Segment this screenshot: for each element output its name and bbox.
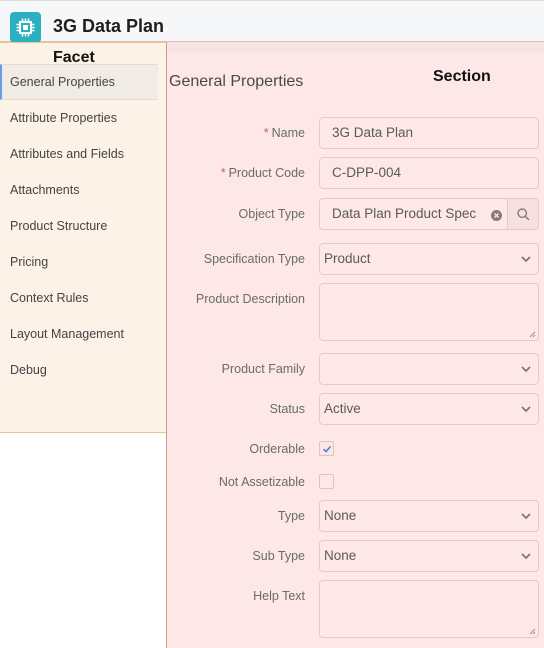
- chevron-down-icon: [521, 256, 531, 263]
- section-top-band: [167, 42, 544, 52]
- section-annotation: Section: [433, 68, 491, 85]
- facet-item-general-properties[interactable]: General Properties: [0, 64, 158, 100]
- search-button[interactable]: [507, 199, 538, 229]
- specification-type-label: Specification Type: [203, 252, 305, 266]
- product-code-label-text: Product Code: [228, 166, 305, 180]
- page: 3G Data Plan Facet General Properties At…: [0, 0, 544, 648]
- section-title: General Properties: [169, 73, 304, 90]
- required-marker: *: [263, 126, 269, 140]
- sub-type-label: Sub Type: [252, 549, 305, 563]
- sub-type-select[interactable]: None: [319, 540, 539, 572]
- chevron-down-icon: [521, 513, 531, 520]
- clear-icon[interactable]: [491, 209, 502, 221]
- facet-item-attribute-properties[interactable]: Attribute Properties: [0, 100, 158, 136]
- not-assetizable-label: Not Assetizable: [218, 475, 305, 489]
- status-select[interactable]: Active: [319, 393, 539, 425]
- orderable-checkbox[interactable]: [319, 441, 334, 456]
- product-description-label: Product Description: [195, 292, 305, 306]
- checkmark-icon: [322, 445, 332, 453]
- product-family-select[interactable]: [319, 353, 539, 385]
- object-type-lookup[interactable]: Data Plan Product Spec: [319, 198, 539, 230]
- type-label: Type: [277, 509, 305, 523]
- type-value: None: [324, 508, 357, 523]
- facet-item-product-structure[interactable]: Product Structure: [0, 208, 158, 244]
- record-title: 3G Data Plan: [53, 16, 165, 36]
- chevron-down-icon: [521, 553, 531, 560]
- facet-list: General Properties Attribute Properties …: [0, 64, 158, 388]
- facet-item-layout-management[interactable]: Layout Management: [0, 316, 158, 352]
- facet-panel: Facet General Properties Attribute Prope…: [0, 42, 166, 433]
- name-label-text: Name: [271, 126, 305, 140]
- help-text-textarea[interactable]: [319, 580, 539, 638]
- specification-type-select[interactable]: Product: [319, 243, 539, 275]
- name-label: * Name: [155, 126, 305, 140]
- facet-item-attributes-and-fields[interactable]: Attributes and Fields: [0, 136, 158, 172]
- required-marker: *: [220, 166, 226, 180]
- resize-handle-icon[interactable]: [528, 627, 536, 635]
- record-header: 3G Data Plan: [0, 0, 544, 43]
- section-panel: General Properties Section * Name 3G Data…: [166, 42, 544, 648]
- status-label: Status: [269, 402, 305, 416]
- help-text-label: Help Text: [253, 589, 305, 603]
- product-description-textarea[interactable]: [319, 283, 539, 341]
- facet-item-pricing[interactable]: Pricing: [0, 244, 158, 280]
- resize-handle-icon[interactable]: [528, 330, 536, 338]
- product-code-input[interactable]: C-DPP-004: [319, 157, 539, 189]
- sub-type-value: None: [324, 548, 357, 563]
- facet-item-debug[interactable]: Debug: [0, 352, 158, 388]
- product-code-label: * Product Code: [155, 166, 305, 180]
- chevron-down-icon: [521, 406, 531, 413]
- facet-item-context-rules[interactable]: Context Rules: [0, 280, 158, 316]
- search-icon: [516, 207, 530, 221]
- type-select[interactable]: None: [319, 500, 539, 532]
- specification-type-value: Product: [324, 251, 371, 266]
- status-value: Active: [324, 401, 361, 416]
- product-family-label: Product Family: [221, 362, 305, 376]
- name-input[interactable]: 3G Data Plan: [319, 117, 539, 149]
- facet-item-attachments[interactable]: Attachments: [0, 172, 158, 208]
- object-type-value: Data Plan Product Spec: [332, 206, 477, 221]
- orderable-label: Orderable: [249, 442, 305, 456]
- object-type-label: Object Type: [238, 207, 305, 221]
- not-assetizable-checkbox[interactable]: [319, 474, 334, 489]
- chip-icon: [10, 12, 41, 43]
- chevron-down-icon: [521, 366, 531, 373]
